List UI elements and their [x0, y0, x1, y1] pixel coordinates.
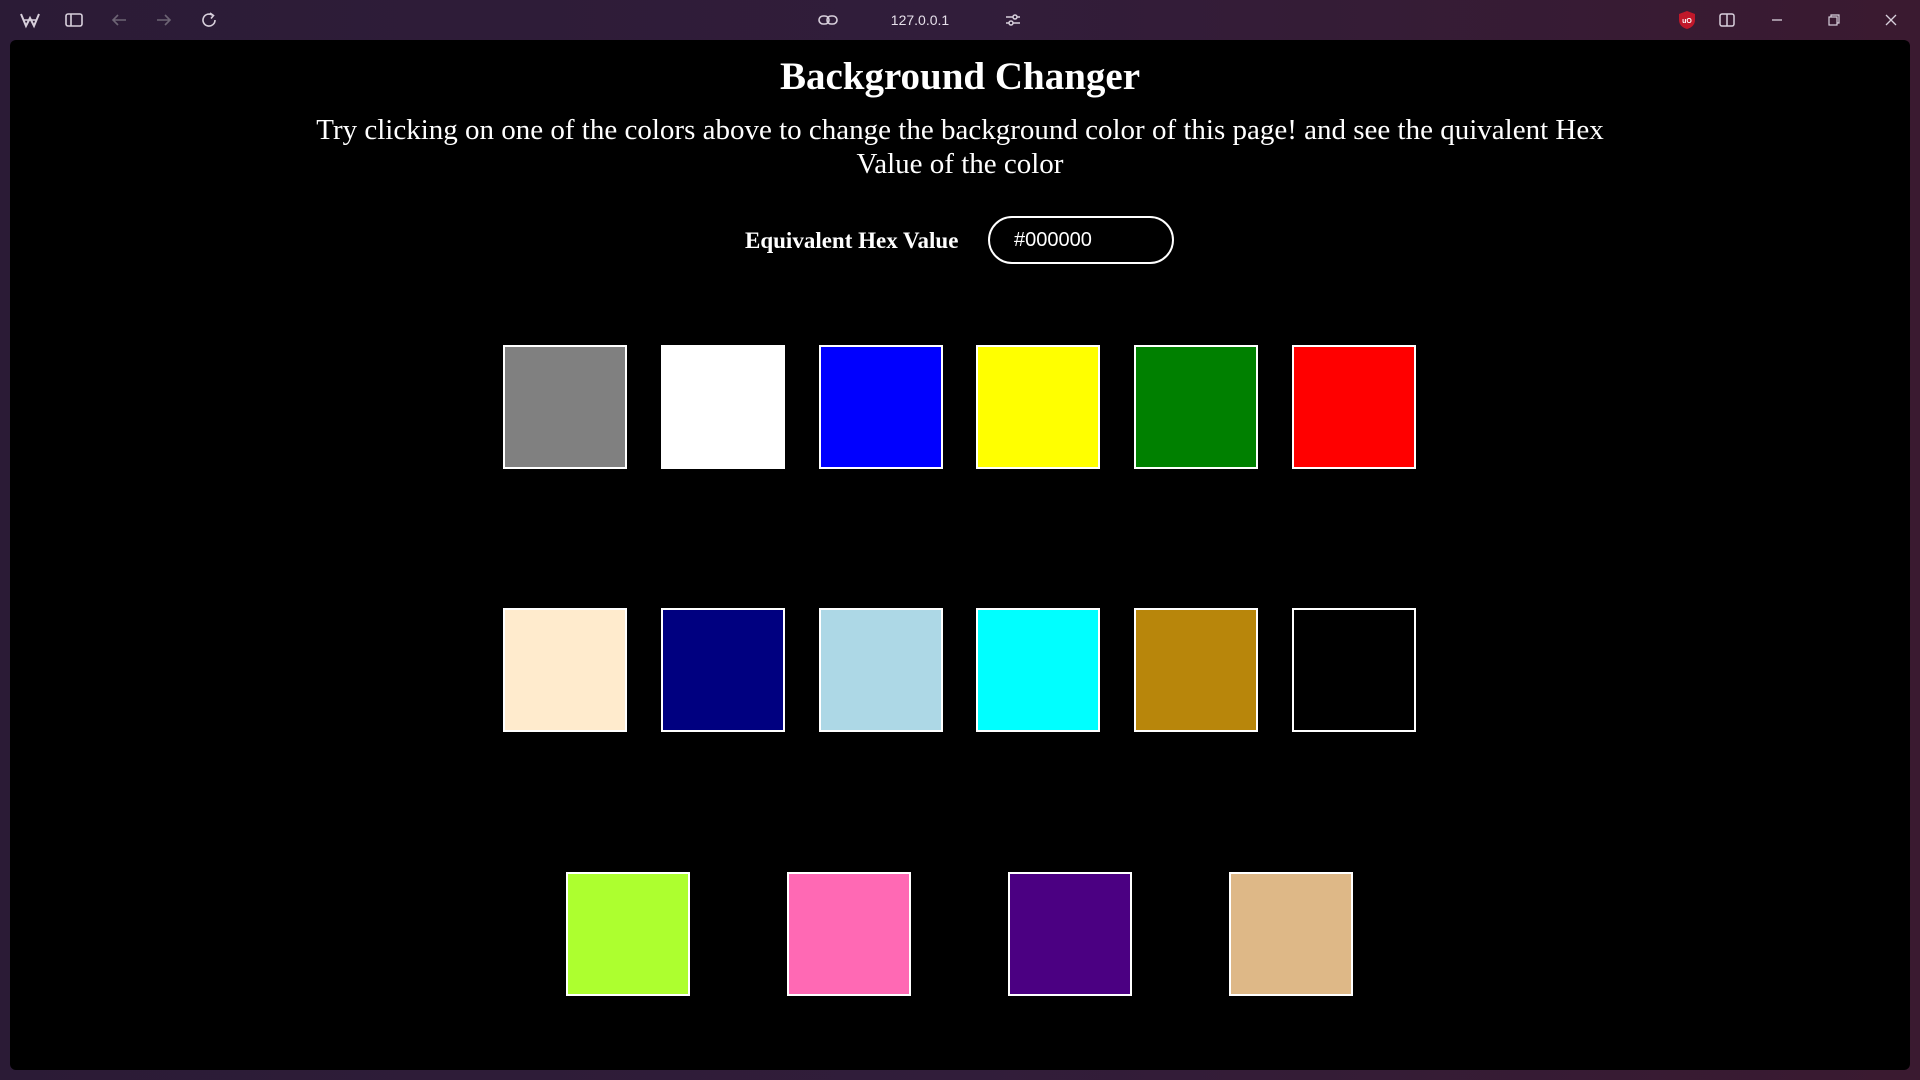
color-swatch[interactable]	[976, 345, 1100, 469]
color-swatch[interactable]	[566, 872, 690, 996]
site-settings-icon[interactable]	[1001, 8, 1025, 32]
split-view-icon[interactable]	[1715, 8, 1739, 32]
color-swatch[interactable]	[1292, 345, 1416, 469]
title-bar: 127.0.0.1 uO	[0, 0, 1920, 40]
color-swatch[interactable]	[819, 608, 943, 732]
color-swatch[interactable]	[1292, 608, 1416, 732]
back-arrow-icon[interactable]	[107, 8, 131, 32]
color-swatch[interactable]	[1229, 872, 1353, 996]
color-swatch[interactable]	[976, 608, 1100, 732]
color-swatch[interactable]	[661, 345, 785, 469]
color-swatch[interactable]	[503, 608, 627, 732]
browser-window: 127.0.0.1 uO Background Changer Try clic…	[0, 0, 1920, 1080]
hex-value-label: Equivalent Hex Value	[745, 228, 959, 253]
close-icon[interactable]	[1879, 8, 1903, 32]
minimize-icon[interactable]	[1765, 8, 1789, 32]
address-bar[interactable]: 127.0.0.1	[820, 8, 1020, 32]
address-text: 127.0.0.1	[890, 12, 950, 28]
browser-logo-icon[interactable]	[18, 8, 42, 32]
color-swatch[interactable]	[1134, 608, 1258, 732]
ublock-shield-icon[interactable]: uO	[1675, 8, 1699, 32]
restore-icon[interactable]	[1822, 8, 1846, 32]
forward-arrow-icon[interactable]	[152, 8, 176, 32]
reload-icon[interactable]	[197, 8, 221, 32]
svg-text:uO: uO	[1682, 18, 1692, 25]
page-title: Background Changer	[779, 55, 1141, 98]
sidebar-toggle-icon[interactable]	[62, 8, 86, 32]
color-swatch[interactable]	[787, 872, 911, 996]
page-description: Try clicking on one of the colors above …	[316, 114, 1604, 180]
hex-value-input[interactable]	[988, 216, 1174, 264]
color-swatch[interactable]	[1134, 345, 1258, 469]
page-viewport: Background Changer Try clicking on one o…	[10, 40, 1910, 1070]
hex-value-row: Equivalent Hex Value	[10, 216, 1910, 266]
color-swatch[interactable]	[1008, 872, 1132, 996]
color-swatch[interactable]	[661, 608, 785, 732]
color-swatch[interactable]	[819, 345, 943, 469]
color-swatch[interactable]	[503, 345, 627, 469]
